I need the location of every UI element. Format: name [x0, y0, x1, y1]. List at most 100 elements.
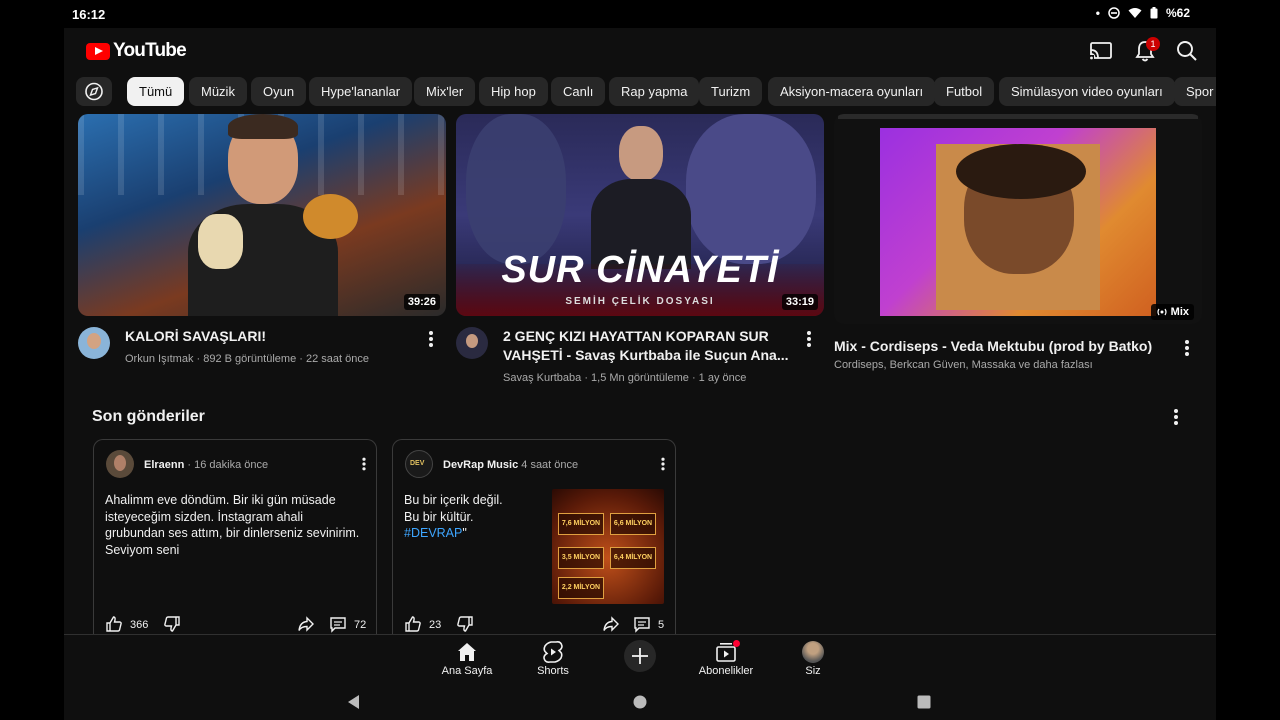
- chip-tourism[interactable]: Turizm: [699, 77, 763, 106]
- compass-icon: [85, 82, 103, 101]
- video-metadata: Savaş Kurtbaba · 1,5 Mn görüntüleme · 1 …: [503, 372, 747, 384]
- comment-icon[interactable]: [329, 615, 347, 633]
- video-duration: 33:19: [781, 294, 818, 310]
- explore-button[interactable]: [76, 77, 112, 106]
- video-title[interactable]: KALORİ SAVAŞLARI!: [125, 327, 405, 346]
- chip-football[interactable]: Futbol: [934, 77, 995, 106]
- wifi-icon: [1128, 8, 1142, 18]
- video-title-line-1: 2 GENÇ KIZI HAYATTAN KOPARAN SUR: [503, 328, 769, 344]
- nav-label: Abonelikler: [698, 665, 754, 677]
- chip-sports[interactable]: Spor: [1174, 77, 1216, 106]
- thumbnail-overlay-title: SUR CİNAYETİ: [501, 249, 779, 291]
- nav-label: Ana Sayfa: [441, 665, 493, 677]
- post-text: Ahalimm eve döndüm. Bir iki gün müsade i…: [105, 492, 359, 558]
- post-line: Bu bir kültür.: [404, 509, 474, 524]
- artwork-inner: [936, 144, 1100, 310]
- chip-action-adventure[interactable]: Aksiyon-macera oyunları: [768, 77, 936, 106]
- video-title[interactable]: Mix - Cordiseps - Veda Mektubu (prod by …: [834, 337, 1164, 356]
- avatar[interactable]: DEV: [405, 450, 433, 478]
- avatar[interactable]: [106, 450, 134, 478]
- chip-rapping[interactable]: Rap yapma: [609, 77, 700, 106]
- system-navigation-bar: [64, 684, 1216, 720]
- mix-thumbnail[interactable]: Mix: [834, 114, 1202, 324]
- video-metadata: Orkun Işıtmak · 892 B görüntüleme · 22 s…: [125, 353, 369, 365]
- post-author[interactable]: DevRap Music 4 saat önce: [443, 459, 578, 471]
- youtube-logo[interactable]: YouTube: [86, 40, 187, 62]
- search-icon[interactable]: [1174, 38, 1200, 64]
- like-count: 366: [130, 619, 149, 631]
- video-duration: 39:26: [403, 294, 440, 310]
- more-options-icon[interactable]: [661, 457, 665, 471]
- home-nav-icon[interactable]: [633, 695, 647, 709]
- mix-artwork: [880, 128, 1156, 316]
- mix-stack-edge: [838, 114, 1198, 119]
- radio-waves-icon: [1157, 308, 1167, 316]
- notifications-button[interactable]: 1: [1132, 37, 1160, 64]
- chip-music[interactable]: Müzik: [189, 77, 247, 106]
- share-icon[interactable]: [297, 615, 315, 633]
- section-title: Son gönderiler: [92, 408, 205, 425]
- chip-mixes[interactable]: Mix'ler: [414, 77, 476, 106]
- dislike-icon[interactable]: [456, 615, 474, 633]
- person-hair: [228, 114, 298, 139]
- thumbnail-overlay-subtitle: SEMİH ÇELİK DOSYASI: [565, 296, 715, 307]
- video-metadata: Cordiseps, Berkcan Güven, Massaka ve dah…: [834, 359, 1093, 371]
- face-right: [686, 114, 816, 264]
- back-icon[interactable]: [347, 694, 361, 710]
- post-hashtag[interactable]: #DEVRAP: [404, 526, 462, 540]
- post-line: Seviyom seni: [105, 542, 180, 557]
- nav-home[interactable]: Ana Sayfa: [427, 639, 507, 677]
- section-more-icon[interactable]: [1174, 409, 1178, 425]
- battery-level: %62: [1165, 6, 1190, 20]
- chip-hiphop[interactable]: Hip hop: [479, 77, 548, 106]
- like-icon[interactable]: [105, 615, 123, 633]
- like-count: 23: [429, 619, 442, 631]
- chip-all[interactable]: Tümü: [127, 77, 185, 106]
- chip-simulation[interactable]: Simülasyon video oyunları: [999, 77, 1175, 106]
- video-thumbnail-2[interactable]: SUR CİNAYETİ SEMİH ÇELİK DOSYASI 33:19: [456, 114, 824, 316]
- nav-subscriptions[interactable]: Abonelikler: [686, 639, 766, 677]
- like-icon[interactable]: [404, 615, 422, 633]
- channel-avatar[interactable]: [456, 327, 488, 359]
- dislike-icon[interactable]: [163, 615, 181, 633]
- post-time: 4 saat önce: [521, 459, 579, 471]
- share-icon[interactable]: [602, 615, 620, 633]
- community-post-2[interactable]: DEV DevRap Music 4 saat önce Bu bir içer…: [392, 439, 676, 639]
- post-text: Bu bir içerik değil. Bu bir kültür. #DEV…: [404, 492, 503, 542]
- chip-hyped[interactable]: Hype'lananlar: [309, 77, 413, 106]
- post-line: isteyeceğim sizden. İnstagram ahali: [105, 509, 304, 524]
- logo-text: YouTube: [113, 40, 187, 61]
- comment-icon[interactable]: [633, 615, 651, 633]
- more-options-icon[interactable]: [1185, 340, 1189, 356]
- more-options-icon[interactable]: [807, 331, 811, 347]
- nav-create[interactable]: [600, 639, 680, 673]
- status-bar: 16:12 • %62: [0, 0, 1280, 28]
- youtube-app: YouTube 1 Tümü Müzik Oyun Hype'lananlar …: [64, 28, 1216, 720]
- new-content-dot: [733, 640, 740, 647]
- video-title[interactable]: 2 GENÇ KIZI HAYATTAN KOPARAN SUR VAHŞETİ…: [503, 327, 803, 365]
- post-line: Ahalimm eve döndüm. Bir iki gün müsade: [105, 493, 336, 507]
- recents-icon[interactable]: [917, 695, 931, 709]
- more-options-icon[interactable]: [429, 331, 433, 347]
- post-time: · 16 dakika önce: [187, 459, 269, 471]
- post-image[interactable]: 7,6 MİLYON 6,6 MİLYON 3,5 MİLYON 6,4 MİL…: [552, 489, 664, 604]
- cast-icon[interactable]: [1088, 38, 1114, 64]
- channel-avatar[interactable]: [78, 327, 110, 359]
- video-thumbnail-1[interactable]: 39:26: [78, 114, 446, 316]
- nav-you[interactable]: Siz: [773, 639, 853, 677]
- create-icon: [624, 640, 656, 672]
- category-chips: Tümü Müzik Oyun Hype'lananlar Mix'ler Hi…: [64, 74, 1216, 118]
- community-post-1[interactable]: Elraenn · 16 dakika önce Ahalimm eve dön…: [93, 439, 377, 639]
- nav-shorts[interactable]: Shorts: [513, 639, 593, 677]
- post-line: Bu bir içerik değil.: [404, 493, 503, 507]
- chip-gaming[interactable]: Oyun: [251, 77, 307, 106]
- status-icons: • %62: [1096, 6, 1190, 20]
- chip-live[interactable]: Canlı: [551, 77, 606, 106]
- more-options-icon[interactable]: [362, 457, 366, 471]
- youtube-play-icon: [86, 42, 110, 60]
- post-author[interactable]: Elraenn · 16 dakika önce: [144, 459, 268, 471]
- comment-count: 5: [658, 619, 665, 631]
- post-author-name: Elraenn: [144, 459, 185, 471]
- wrap-shape: [198, 214, 243, 269]
- bottom-navigation: Ana Sayfa Shorts Abonelikler Siz: [64, 634, 1216, 684]
